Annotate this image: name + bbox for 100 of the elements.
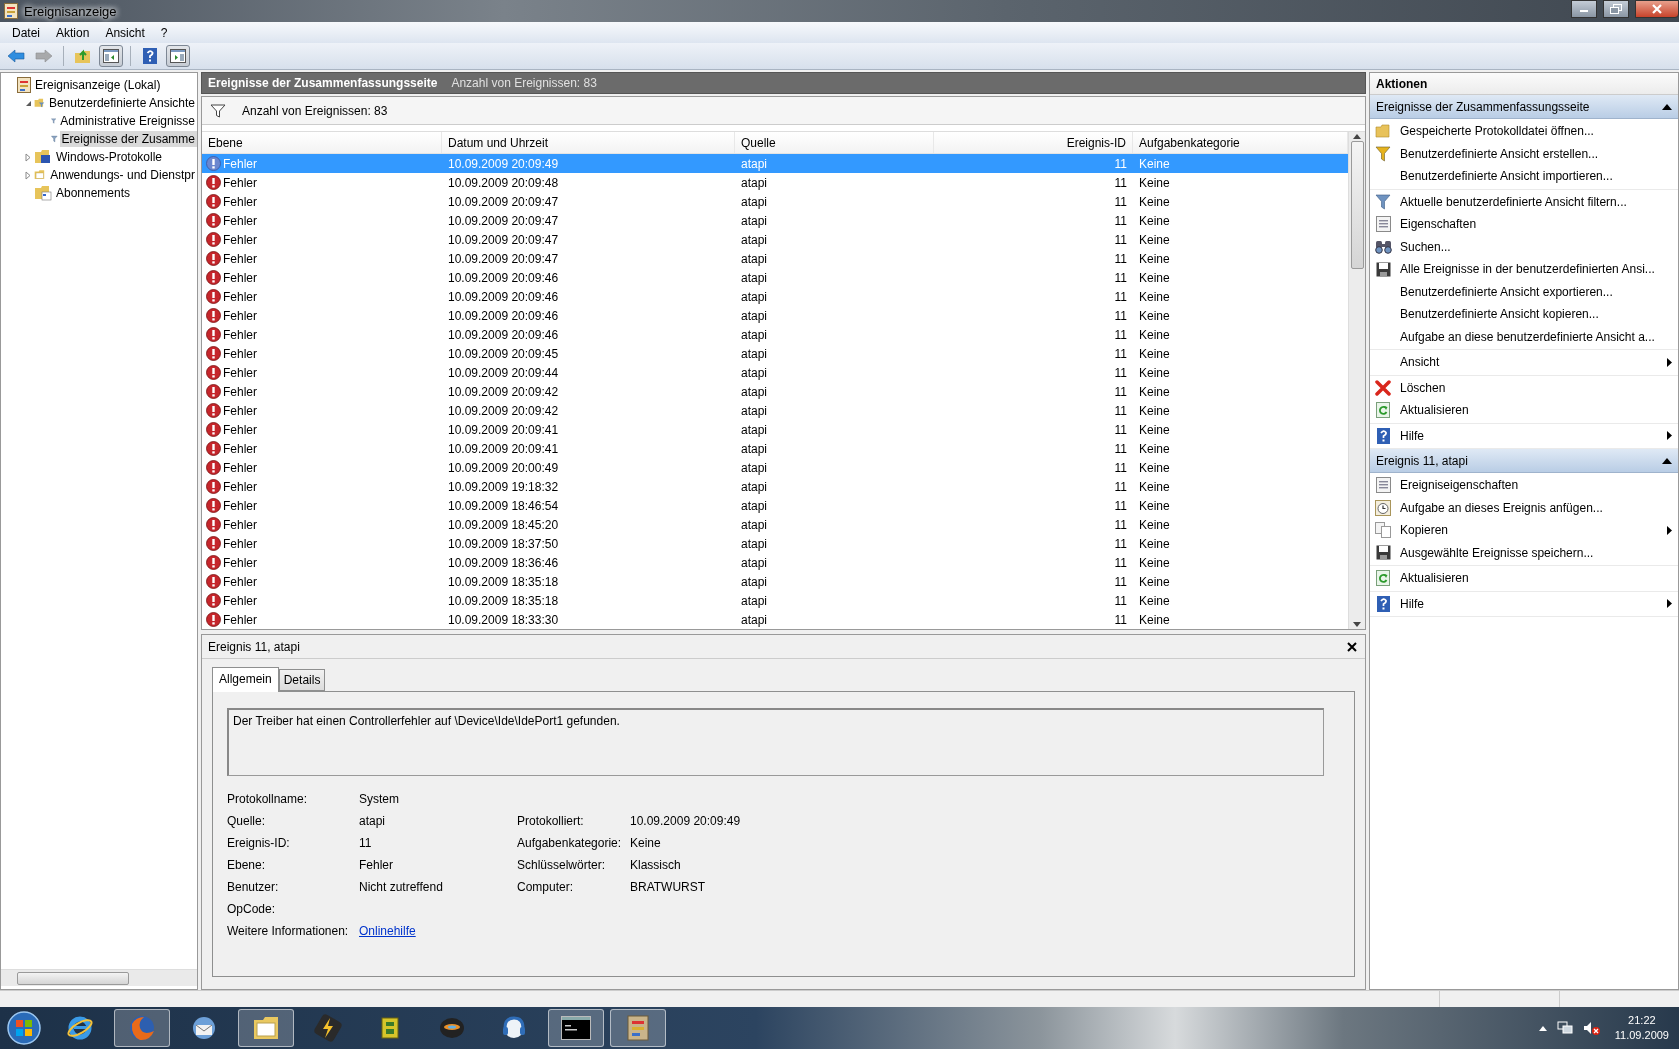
action-item[interactable]: Hilfe	[1370, 592, 1678, 615]
action-item[interactable]: Kopieren	[1370, 519, 1678, 542]
tree-item[interactable]: Windows-Protokolle	[54, 149, 165, 165]
close-button[interactable]	[1635, 0, 1679, 18]
folder-up-icon	[74, 48, 92, 64]
funnel-icon	[210, 103, 226, 118]
network-icon[interactable]	[1556, 1021, 1573, 1035]
table-cell: 10.09.2009 20:09:42	[448, 403, 559, 418]
menu-item[interactable]: Ansicht	[97, 25, 153, 40]
section-header[interactable]: Ereignis 11, atapi	[1370, 449, 1678, 473]
event-message: Der Treiber hat einen Controllerfehler auf \Device\Ide\IdePort1 gefunden.	[233, 714, 620, 728]
restore-icon	[1610, 4, 1622, 14]
table-cell: Keine	[1139, 213, 1170, 228]
action-item[interactable]: Aufgabe an dieses Ereignis anfügen...	[1370, 496, 1678, 519]
field-label: Ebene:	[227, 858, 267, 872]
action-item[interactable]: Suchen...	[1370, 235, 1678, 258]
menu-item[interactable]: Aktion	[48, 25, 98, 40]
collapse-triangle-icon[interactable]	[24, 99, 32, 107]
field-value: Klassisch	[630, 858, 682, 872]
tree-item[interactable]: Abonnements	[54, 185, 133, 201]
scroll-thumb[interactable]	[17, 971, 129, 985]
back-arrow-icon	[7, 49, 25, 63]
table-cell: 10.09.2009 20:09:49	[448, 156, 559, 171]
console-tree-icon	[103, 49, 119, 63]
menu-item[interactable]: ?	[152, 25, 176, 40]
table-cell: Keine	[1139, 479, 1170, 494]
table-cell: 11	[1114, 175, 1127, 190]
tree-item[interactable]: Benutzerdefinierte Ansichte	[46, 95, 197, 111]
menu-item[interactable]: Datei	[4, 25, 48, 40]
column-header[interactable]: Datum und Uhrzeit	[442, 132, 735, 153]
tray-arrow-icon[interactable]	[1538, 1025, 1547, 1031]
action-item[interactable]: Aufgabe an diese benutzerdefinierte Ansicht a...	[1370, 325, 1678, 348]
tab[interactable]: Details	[278, 669, 326, 691]
table-cell: Keine	[1139, 175, 1170, 190]
table-cell: 10.09.2009 20:09:41	[448, 441, 559, 456]
tree-item[interactable]: Administrative Ereignisse	[58, 113, 197, 129]
event-viewer-icon[interactable]	[626, 1014, 650, 1042]
horizontal-scrollbar[interactable]	[1, 969, 197, 986]
action-item[interactable]: Eigenschaften	[1370, 213, 1678, 236]
table-cell: atapi	[741, 365, 768, 380]
scroll-thumb[interactable]	[1350, 141, 1364, 269]
action-item[interactable]: Benutzerdefinierte Ansicht exportieren...	[1370, 280, 1678, 303]
table-cell: 11	[1114, 593, 1127, 608]
minimize-button[interactable]	[1571, 0, 1597, 18]
table-cell: Keine	[1139, 289, 1170, 304]
action-item[interactable]: Aktuelle benutzerdefinierte Ansicht filtern...	[1370, 190, 1678, 213]
error-icon	[206, 251, 221, 266]
action-item[interactable]: Ausgewählte Ereignisse speichern...	[1370, 541, 1678, 564]
column-header[interactable]: Ebene	[202, 132, 442, 153]
table-cell: 10.09.2009 20:09:47	[448, 232, 559, 247]
help-link[interactable]: Onlinehilfe	[359, 924, 416, 938]
properties-icon	[1375, 477, 1391, 494]
vertical-scrollbar[interactable]	[1348, 132, 1365, 629]
mail-bird-icon[interactable]	[190, 1014, 218, 1042]
action-item[interactable]: Benutzerdefinierte Ansicht importieren...	[1370, 165, 1678, 188]
browser-icon[interactable]	[66, 1014, 94, 1042]
folder-log-icon	[34, 149, 52, 165]
table-cell: Keine	[1139, 156, 1170, 171]
action-item[interactable]: Benutzerdefinierte Ansicht erstellen...	[1370, 142, 1678, 165]
table-cell: Fehler	[223, 498, 257, 513]
table-cell: atapi	[741, 384, 768, 399]
column-header[interactable]: Aufgabenkategorie	[1133, 132, 1348, 153]
tree-item[interactable]: Ereignisse der Zusamme	[59, 131, 197, 147]
table-cell: atapi	[741, 574, 768, 589]
action-item[interactable]: Ansicht	[1370, 351, 1678, 374]
action-item[interactable]: Ereigniseigenschaften	[1370, 474, 1678, 497]
table-cell: Fehler	[223, 175, 257, 190]
table-cell: 11	[1114, 498, 1127, 513]
tree-item[interactable]: Ereignisanzeige (Lokal)	[33, 77, 163, 93]
command-prompt-icon[interactable]	[561, 1016, 591, 1040]
action-item[interactable]: Benutzerdefinierte Ansicht kopieren...	[1370, 303, 1678, 326]
action-item[interactable]: Löschen	[1370, 376, 1678, 399]
action-item[interactable]: Aktualisieren	[1370, 399, 1678, 422]
action-item[interactable]: Hilfe	[1370, 424, 1678, 447]
tree-item[interactable]: Anwendungs- und Dienstpr	[48, 167, 197, 183]
taskbar-button[interactable]	[238, 1009, 294, 1047]
column-header[interactable]: Quelle	[735, 132, 934, 153]
section-header[interactable]: Ereignisse der Zusammenfassungsseite	[1370, 95, 1678, 119]
action-item[interactable]: Aktualisieren	[1370, 567, 1678, 590]
action-item[interactable]: Gespeicherte Protokolldatei öffnen...	[1370, 120, 1678, 143]
clock[interactable]: 21:22 11.09.2009	[1610, 1013, 1673, 1043]
maximize-button[interactable]	[1603, 0, 1629, 18]
taskbar-button[interactable]	[548, 1009, 604, 1047]
toolbar-button[interactable]	[99, 45, 123, 67]
error-icon	[206, 327, 221, 342]
toolbar-button[interactable]	[166, 45, 190, 67]
tab[interactable]: Allgemein	[212, 667, 279, 692]
folder-icon[interactable]	[252, 1014, 280, 1042]
action-item[interactable]: Alle Ereignisse in der benutzerdefinierten Ansi...	[1370, 258, 1678, 281]
table-cell: atapi	[741, 555, 768, 570]
volume-muted-icon[interactable]	[1582, 1021, 1601, 1035]
clock-date: 11.09.2009	[1614, 1028, 1669, 1043]
close-button[interactable]	[1345, 639, 1359, 654]
column-header[interactable]: Ereignis-ID	[934, 132, 1133, 153]
table-cell: atapi	[741, 270, 768, 285]
table-cell: 10.09.2009 20:09:46	[448, 270, 559, 285]
error-icon	[206, 612, 221, 627]
action-pane-icon	[170, 49, 186, 63]
error-icon	[206, 536, 221, 551]
error-icon	[206, 460, 221, 475]
